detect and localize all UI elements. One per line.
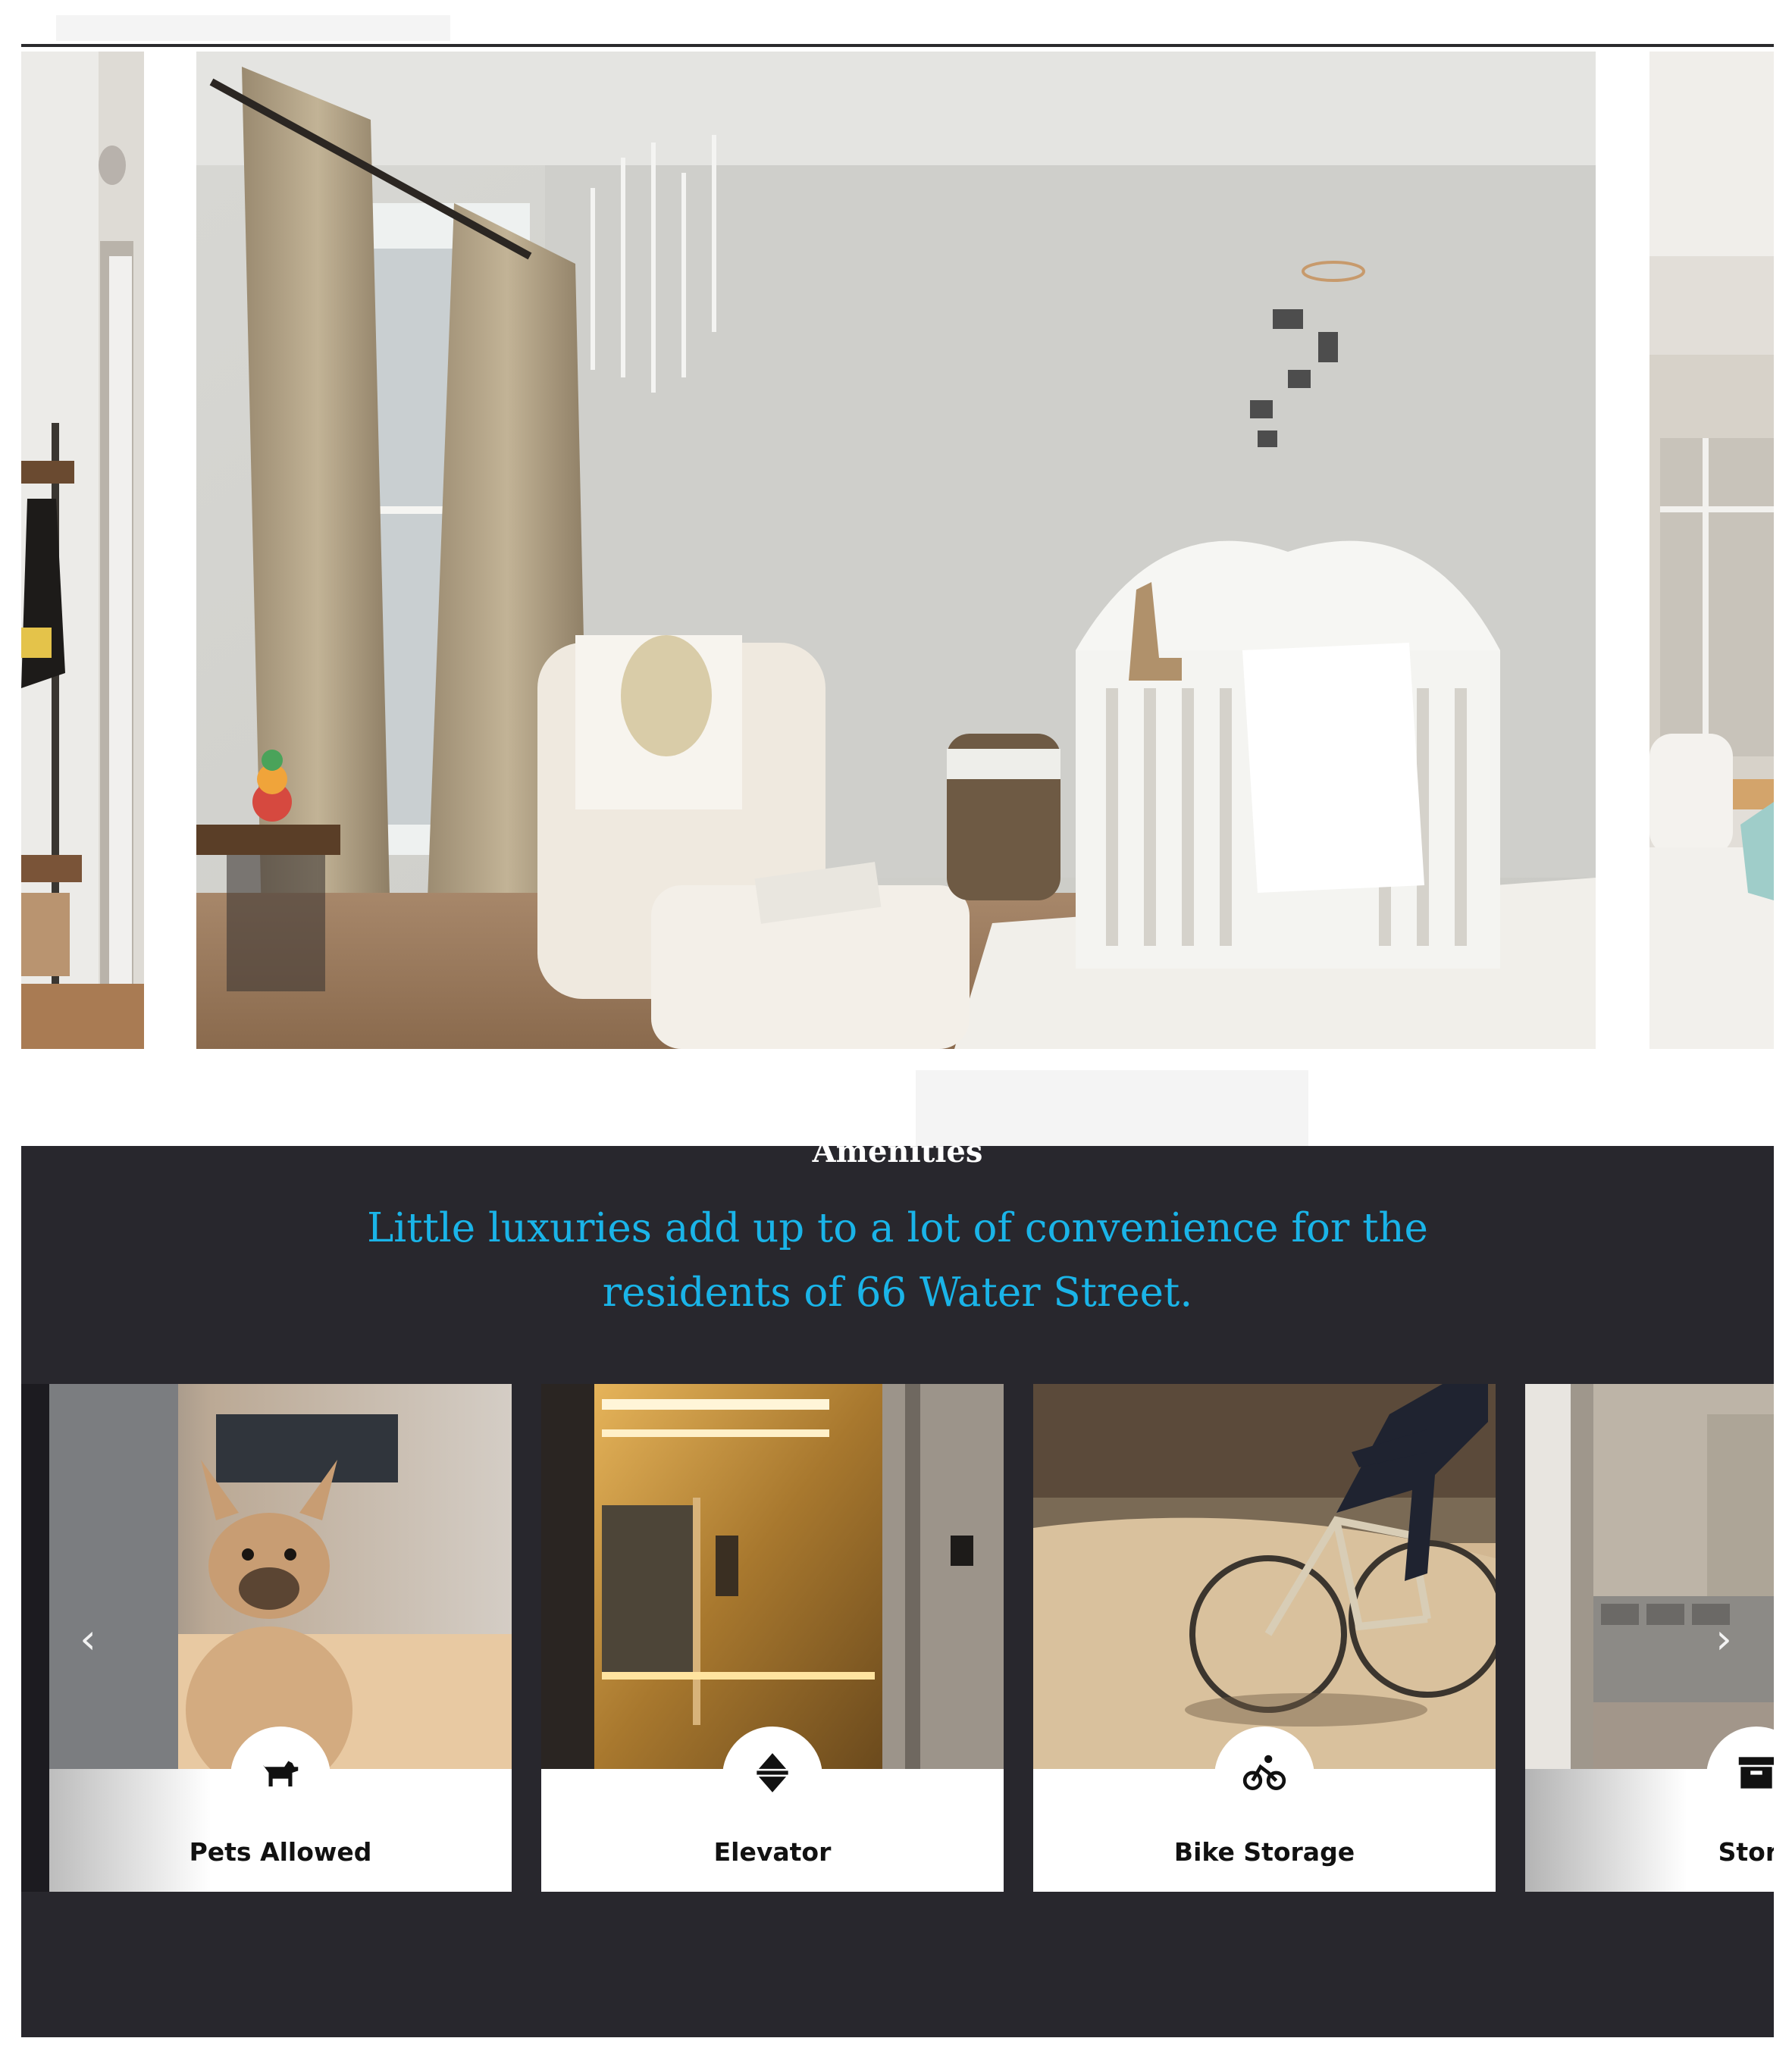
carousel-prev-arrow[interactable]: ‹ (65, 1615, 111, 1663)
gallery-top-rule (21, 44, 1774, 47)
carousel-next-arrow[interactable]: › (1701, 1615, 1747, 1663)
amenities-subtitle-line-2: residents of 66 Water Street. (602, 1269, 1193, 1316)
amenity-label-storage: Stora (1718, 1837, 1774, 1867)
gallery-slide-main[interactable] (196, 52, 1596, 1049)
bike-icon (1242, 1755, 1286, 1790)
elevator-icon (757, 1753, 788, 1792)
amenity-label-pets: Pets Allowed (189, 1837, 372, 1867)
amenity-label-elevator: Elevator (713, 1837, 832, 1867)
amenities-tab-placeholder (916, 1070, 1308, 1146)
amenity-photo-bike (1033, 1384, 1496, 1769)
gallery-slide-prev[interactable] (21, 52, 144, 1049)
amenity-card-pets[interactable]: Pets Allowed (49, 1384, 512, 1892)
amenities-section: Amenities Little luxuries add up to a lo… (21, 1146, 1774, 2037)
storage-box-icon (1738, 1757, 1774, 1789)
amenity-card-elevator[interactable]: Elevator (541, 1384, 1004, 1892)
amenity-badge-bike (1214, 1727, 1314, 1827)
amenity-photo-pets (49, 1384, 512, 1769)
gallery-tab-placeholder (56, 15, 450, 41)
dog-icon (262, 1761, 299, 1787)
amenity-card-bike[interactable]: Bike Storage (1033, 1384, 1496, 1892)
amenity-badge-pets (230, 1727, 331, 1827)
nursery-photo (196, 52, 1596, 1049)
amenities-subtitle-line-1: Little luxuries add up to a lot of conve… (367, 1205, 1428, 1251)
amenity-photo-storage (1525, 1384, 1774, 1769)
carousel-left-edge (21, 1384, 49, 1892)
amenities-heading: Amenities (812, 1146, 983, 1169)
entryway-photo (21, 52, 144, 1049)
gallery-slide-next[interactable] (1649, 52, 1774, 1049)
living-room-photo (1649, 52, 1774, 1049)
amenity-photo-elevator (541, 1384, 1004, 1769)
amenity-label-bike: Bike Storage (1173, 1837, 1355, 1867)
amenities-subtitle: Little luxuries add up to a lot of conve… (21, 1196, 1774, 1325)
amenity-badge-elevator (722, 1727, 822, 1827)
